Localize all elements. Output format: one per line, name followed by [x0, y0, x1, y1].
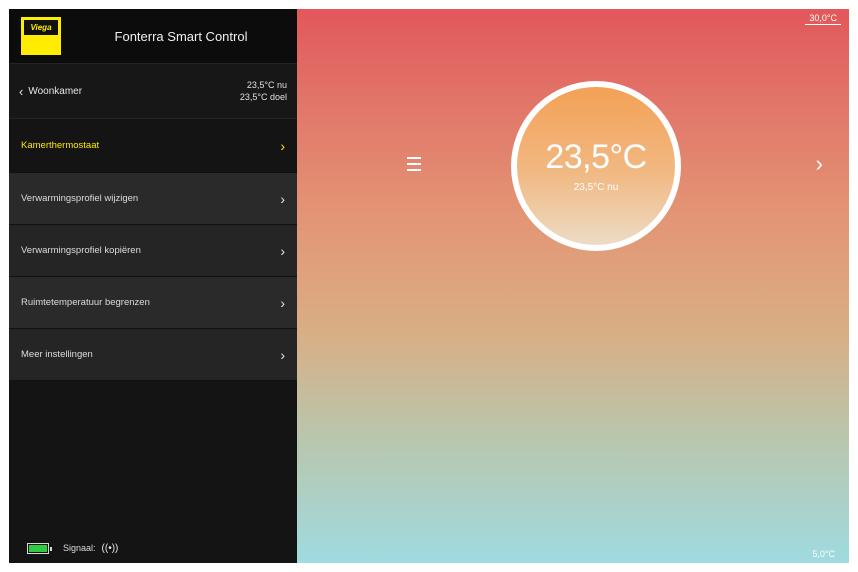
chevron-right-icon: ›: [280, 346, 285, 363]
signal-icon: ((•)): [101, 542, 119, 554]
room-header: ‹ Woonkamer 23,5°C nu 23,5°C doel: [9, 64, 297, 119]
temperature-dial[interactable]: 23,5°C 23,5°C nu: [511, 81, 681, 251]
sidebar-header: Viega Fonterra Smart Control: [9, 9, 297, 64]
logo-text: Viega: [24, 20, 58, 35]
menu-item-label: Meer instellingen: [21, 349, 93, 360]
room-temp-target: 23,5°C doel: [239, 92, 287, 102]
battery-icon: [27, 542, 52, 554]
app-title: Fonterra Smart Control: [114, 28, 248, 44]
menu-item-kamerthermostaat[interactable]: Kamerthermostaat ›: [9, 119, 297, 173]
room-temperatures: 23,5°C nu 23,5°C doel: [240, 79, 287, 103]
menu-item-temperatuur-begrenzen[interactable]: Ruimtetemperatuur begrenzen ›: [9, 277, 297, 329]
signal-status: Signaal: ((•)): [63, 543, 118, 554]
chevron-right-icon: ›: [280, 294, 285, 311]
viega-logo: Viega: [21, 17, 61, 55]
menu-item-label: Verwarmingsprofiel kopiëren: [21, 245, 141, 256]
room-name: Woonkamer: [28, 85, 83, 97]
menu-item-profiel-wijzigen[interactable]: Verwarmingsprofiel wijzigen ›: [9, 173, 297, 225]
dial-current-temp: 23,5°C nu: [573, 181, 619, 193]
menu-item-label: Kamerthermostaat: [21, 140, 100, 151]
chevron-right-icon: ›: [280, 137, 285, 154]
chevron-right-icon: ›: [280, 190, 285, 207]
room-temp-now: 23,5°C nu: [246, 80, 287, 90]
app-window: Viega Fonterra Smart Control ‹ Woonkamer…: [9, 9, 849, 563]
menu-item-label: Ruimtetemperatuur begrenzen: [21, 297, 150, 308]
status-footer: Signaal: ((•)): [9, 533, 297, 563]
menu-icon[interactable]: [407, 157, 421, 171]
back-button[interactable]: ‹ Woonkamer: [19, 85, 82, 98]
max-temp-label: 30,0°C: [805, 13, 841, 25]
min-temp-label: 5,0°C: [812, 549, 835, 559]
dial-setpoint: 23,5°C: [545, 137, 647, 176]
chevron-left-icon: ‹: [19, 83, 24, 99]
sidebar: Viega Fonterra Smart Control ‹ Woonkamer…: [9, 9, 297, 563]
menu-item-profiel-kopieren[interactable]: Verwarmingsprofiel kopiëren ›: [9, 225, 297, 277]
thermostat-panel: 30,0°C 23,5°C 23,5°C nu › 5,0°C: [297, 9, 849, 563]
chevron-right-icon[interactable]: ›: [816, 153, 823, 175]
signal-label: Signaal:: [63, 543, 96, 553]
chevron-right-icon: ›: [280, 242, 285, 259]
menu-item-label: Verwarmingsprofiel wijzigen: [21, 193, 139, 204]
menu-item-meer-instellingen[interactable]: Meer instellingen ›: [9, 329, 297, 381]
battery-fill: [29, 544, 47, 552]
